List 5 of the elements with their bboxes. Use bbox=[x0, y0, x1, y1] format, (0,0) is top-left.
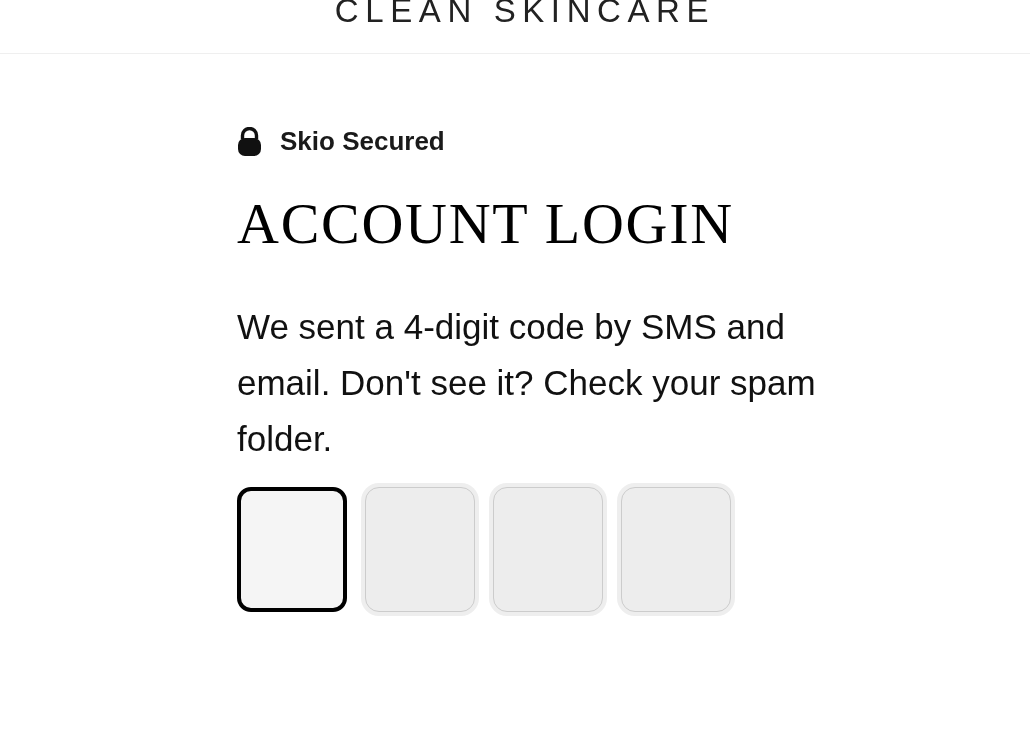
code-digit-field[interactable] bbox=[237, 487, 347, 612]
page-title: ACCOUNT LOGIN bbox=[237, 192, 735, 256]
lock-icon bbox=[237, 126, 262, 156]
instruction-text: We sent a 4-digit code by SMS and email. Don't see it? Check your spam folder. bbox=[237, 306, 817, 460]
security-label: Skio Secured bbox=[280, 124, 445, 158]
